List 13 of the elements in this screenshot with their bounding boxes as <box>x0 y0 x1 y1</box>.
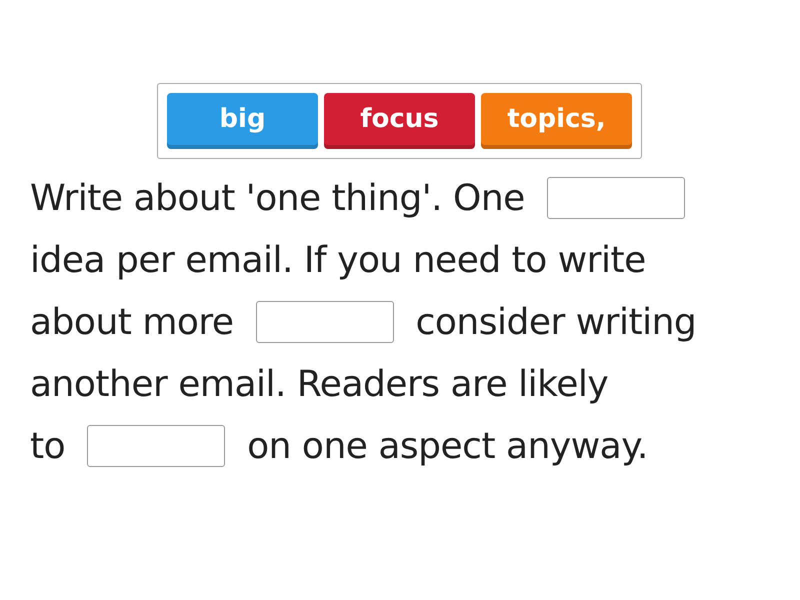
answer-box[interactable] <box>256 301 394 343</box>
passage-text: idea per email. If you need to write <box>30 240 646 280</box>
passage-text: on one aspect anyway. <box>247 426 648 466</box>
word-tile[interactable]: focus <box>324 93 475 149</box>
answer-box[interactable] <box>87 425 226 467</box>
passage-text: Write about 'one thing'. One <box>30 178 525 218</box>
answer-box[interactable] <box>546 177 685 219</box>
passage-text: consider writing <box>416 302 696 342</box>
word-tile[interactable]: big <box>167 93 318 149</box>
passage-text: to <box>30 426 66 466</box>
passage-text: another email. Readers are likely <box>30 364 608 404</box>
passage-text: about more <box>30 302 234 342</box>
word-tile[interactable]: topics, <box>481 93 632 149</box>
